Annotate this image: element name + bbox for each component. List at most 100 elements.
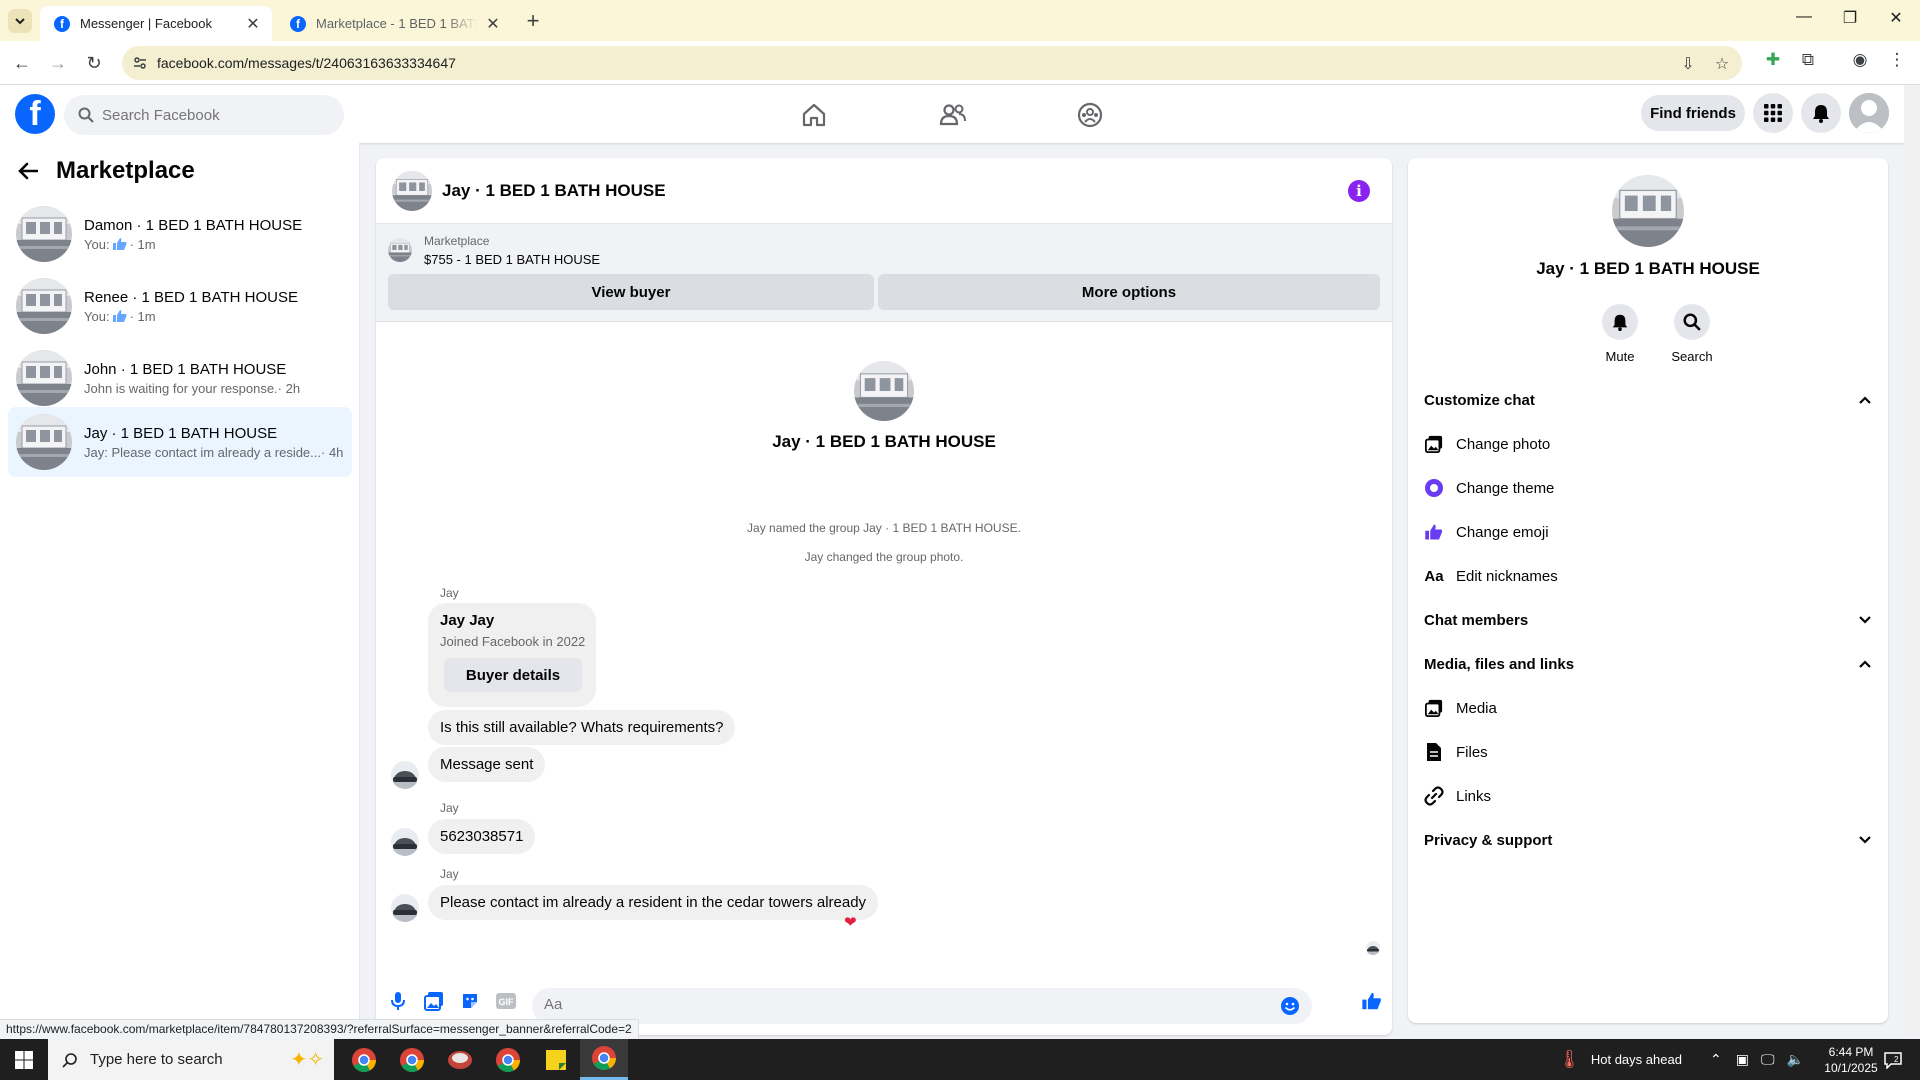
close-tab-icon[interactable]: ✕ bbox=[244, 14, 262, 34]
gif-icon[interactable]: GIF bbox=[494, 989, 518, 1013]
forward-button[interactable]: → bbox=[44, 49, 72, 77]
back-button[interactable]: ← bbox=[8, 49, 36, 77]
start-button[interactable] bbox=[0, 1039, 48, 1080]
taskbar-search[interactable]: Type here to search ✦✧ bbox=[48, 1039, 334, 1080]
chevron-up-icon[interactable]: ⌃ bbox=[1710, 1051, 1722, 1068]
facebook-search[interactable] bbox=[64, 95, 344, 135]
page-scrollbar[interactable] bbox=[1904, 85, 1920, 1035]
conversation-item[interactable]: Renee · 1 BED 1 BATH HOUSE You: · 1m bbox=[8, 271, 352, 341]
change-photo-item[interactable]: Change photo bbox=[1424, 422, 1872, 466]
clock-time: 6:44 PM bbox=[1828, 1044, 1874, 1059]
microphone-icon[interactable] bbox=[386, 989, 410, 1013]
message-input-box[interactable] bbox=[532, 988, 1312, 1024]
info-icon[interactable]: i bbox=[1348, 180, 1370, 202]
customize-chat-section[interactable]: Customize chat bbox=[1424, 378, 1872, 422]
media-files-links-section[interactable]: Media, files and links bbox=[1424, 642, 1872, 686]
privacy-support-section[interactable]: Privacy & support bbox=[1424, 818, 1872, 862]
menu-grid-button[interactable] bbox=[1753, 93, 1793, 133]
section-title: Chat members bbox=[1424, 611, 1529, 629]
files-item[interactable]: Files bbox=[1424, 730, 1872, 774]
omnibox[interactable]: facebook.com/messages/t/2406316363333464… bbox=[122, 46, 1742, 80]
tab-messenger[interactable]: f Messenger | Facebook ✕ bbox=[40, 6, 272, 41]
search-input[interactable] bbox=[102, 106, 322, 124]
conversation-item-selected[interactable]: Jay · 1 BED 1 BATH HOUSE Jay: Please con… bbox=[8, 407, 352, 477]
notification-center-button[interactable]: 2 bbox=[1884, 1039, 1902, 1080]
taskbar-sticky-notes[interactable] bbox=[532, 1039, 580, 1080]
message-bubble[interactable]: Is this still available? Whats requireme… bbox=[428, 710, 736, 745]
nav-groups-tab[interactable] bbox=[1035, 93, 1145, 137]
sender-name: Jay bbox=[440, 801, 459, 815]
facebook-logo[interactable]: f bbox=[15, 94, 55, 134]
taskbar-chrome-2[interactable] bbox=[388, 1039, 436, 1080]
chat-avatar[interactable] bbox=[392, 170, 432, 211]
extensions-icon[interactable]: ⧉ bbox=[1797, 49, 1819, 71]
facebook-favicon-icon: f bbox=[54, 15, 70, 32]
heart-reaction-icon[interactable]: ❤ bbox=[844, 913, 857, 931]
item-label: Change photo bbox=[1456, 435, 1551, 453]
meet-now-icon[interactable]: ▣ bbox=[1736, 1051, 1749, 1068]
network-icon[interactable]: 🖵 bbox=[1761, 1051, 1775, 1068]
message-bubble[interactable]: 5623038571 bbox=[428, 819, 536, 854]
friends-icon bbox=[939, 104, 966, 126]
media-item[interactable]: Media bbox=[1424, 686, 1872, 730]
nav-friends-tab[interactable] bbox=[898, 93, 1008, 137]
chevron-down-icon bbox=[1859, 616, 1871, 624]
view-buyer-button[interactable]: View buyer bbox=[388, 274, 874, 310]
conversation-item[interactable]: John · 1 BED 1 BATH HOUSE John is waitin… bbox=[8, 343, 352, 413]
change-theme-item[interactable]: Change theme bbox=[1424, 466, 1872, 510]
item-label: Media bbox=[1456, 699, 1497, 717]
default-avatar-icon bbox=[1849, 93, 1889, 133]
edit-nicknames-item[interactable]: Aa Edit nicknames bbox=[1424, 554, 1872, 598]
reload-button[interactable]: ↻ bbox=[80, 49, 108, 77]
system-tray-icons[interactable]: ⌃ ▣ 🖵 🔈 bbox=[1710, 1039, 1804, 1080]
profile-icon[interactable]: ◉ bbox=[1849, 49, 1871, 71]
back-arrow-icon[interactable] bbox=[18, 162, 38, 180]
search-action[interactable]: Search bbox=[1662, 304, 1722, 364]
minimize-button[interactable]: — bbox=[1781, 8, 1827, 26]
photo-attach-icon[interactable] bbox=[422, 989, 446, 1013]
notification-icon: 2 bbox=[1884, 1051, 1902, 1069]
close-window-button[interactable]: ✕ bbox=[1873, 8, 1919, 28]
chrome-icon bbox=[592, 1046, 616, 1071]
site-info-icon[interactable] bbox=[132, 55, 148, 71]
chat-members-section[interactable]: Chat members bbox=[1424, 598, 1872, 642]
weather-widget[interactable]: 🌡 Hot days ahead bbox=[1558, 1039, 1682, 1080]
taskbar-chrome-1[interactable] bbox=[340, 1039, 388, 1080]
mute-action[interactable]: Mute bbox=[1590, 304, 1650, 364]
link-icon bbox=[1424, 786, 1444, 806]
nav-home-tab[interactable] bbox=[759, 93, 869, 137]
tab-marketplace[interactable]: f Marketplace - 1 BED 1 BATH HOUSE ✕ bbox=[276, 6, 512, 41]
bookmark-star-icon[interactable]: ☆ bbox=[1712, 54, 1732, 74]
buyer-details-button[interactable]: Buyer details bbox=[444, 658, 582, 692]
conversation-item[interactable]: Damon · 1 BED 1 BATH HOUSE You: · 1m bbox=[8, 199, 352, 269]
more-options-button[interactable]: More options bbox=[878, 274, 1380, 310]
sticker-icon[interactable] bbox=[458, 989, 482, 1013]
new-tab-button[interactable]: + bbox=[520, 8, 546, 34]
extension-puzzle-green-icon[interactable]: ✚ bbox=[1762, 49, 1784, 71]
clock[interactable]: 6:44 PM 10/1/2025 bbox=[1820, 1039, 1882, 1080]
close-tab-icon[interactable]: ✕ bbox=[484, 14, 502, 34]
taskbar-app[interactable] bbox=[436, 1039, 484, 1080]
message-bubble[interactable]: Please contact im already a resident in … bbox=[428, 885, 879, 920]
volume-icon[interactable]: 🔈 bbox=[1786, 1051, 1803, 1068]
restore-button[interactable]: ❐ bbox=[1827, 8, 1873, 28]
notifications-button[interactable] bbox=[1801, 93, 1841, 133]
account-avatar[interactable] bbox=[1849, 93, 1889, 133]
taskbar-chrome-3[interactable] bbox=[484, 1039, 532, 1080]
emoji-icon[interactable] bbox=[1280, 996, 1300, 1016]
tab-search-button[interactable] bbox=[8, 9, 32, 33]
message-input[interactable] bbox=[544, 996, 1244, 1013]
conversation-time: · 1m bbox=[129, 236, 156, 252]
thermometer-icon: 🌡 bbox=[1558, 1049, 1581, 1069]
chat-title[interactable]: Jay · 1 BED 1 BATH HOUSE bbox=[442, 181, 666, 201]
listing-price-title[interactable]: $755 - 1 BED 1 BATH HOUSE bbox=[424, 252, 600, 267]
links-item[interactable]: Links bbox=[1424, 774, 1872, 818]
address-bar-row: ← → ↻ facebook.com/messages/t/2406316363… bbox=[0, 41, 1920, 85]
find-friends-button[interactable]: Find friends bbox=[1641, 95, 1745, 131]
change-emoji-item[interactable]: Change emoji bbox=[1424, 510, 1872, 554]
thumbs-up-send-icon[interactable] bbox=[1360, 989, 1384, 1013]
message-bubble[interactable]: Message sent bbox=[428, 747, 546, 782]
install-app-icon[interactable]: ⇩ bbox=[1678, 54, 1698, 74]
taskbar-chrome-active[interactable] bbox=[580, 1039, 628, 1080]
menu-kebab-icon[interactable]: ⋮ bbox=[1886, 49, 1908, 71]
